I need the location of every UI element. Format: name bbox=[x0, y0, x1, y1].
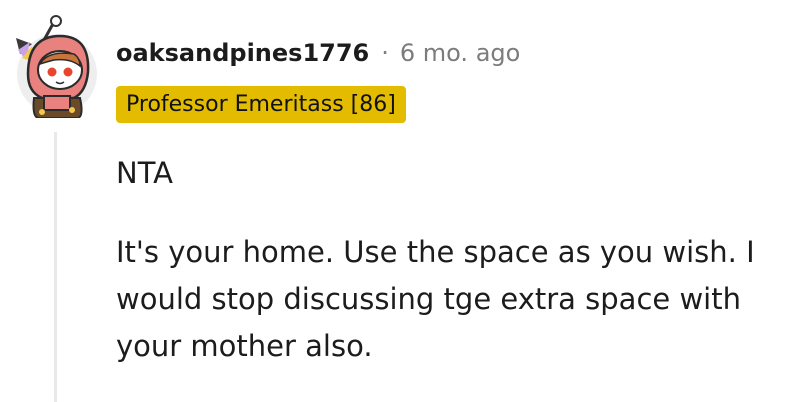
snoo-avatar-icon bbox=[16, 15, 97, 119]
avatar[interactable] bbox=[14, 14, 100, 119]
meta-separator: · bbox=[381, 39, 389, 67]
thread-line[interactable] bbox=[54, 132, 57, 402]
comment-paragraph: NTA bbox=[116, 156, 173, 190]
comment-paragraph: It's your home. Use the space as you wis… bbox=[116, 235, 755, 363]
comment-body: NTA It's your home. Use the space as you… bbox=[116, 150, 776, 370]
comment-header: oaksandpines1776 · 6 mo. ago bbox=[116, 36, 520, 70]
user-flair: Professor Emeritass [86] bbox=[116, 86, 406, 123]
comment-timestamp[interactable]: 6 mo. ago bbox=[400, 39, 520, 67]
username-link[interactable]: oaksandpines1776 bbox=[116, 39, 369, 67]
